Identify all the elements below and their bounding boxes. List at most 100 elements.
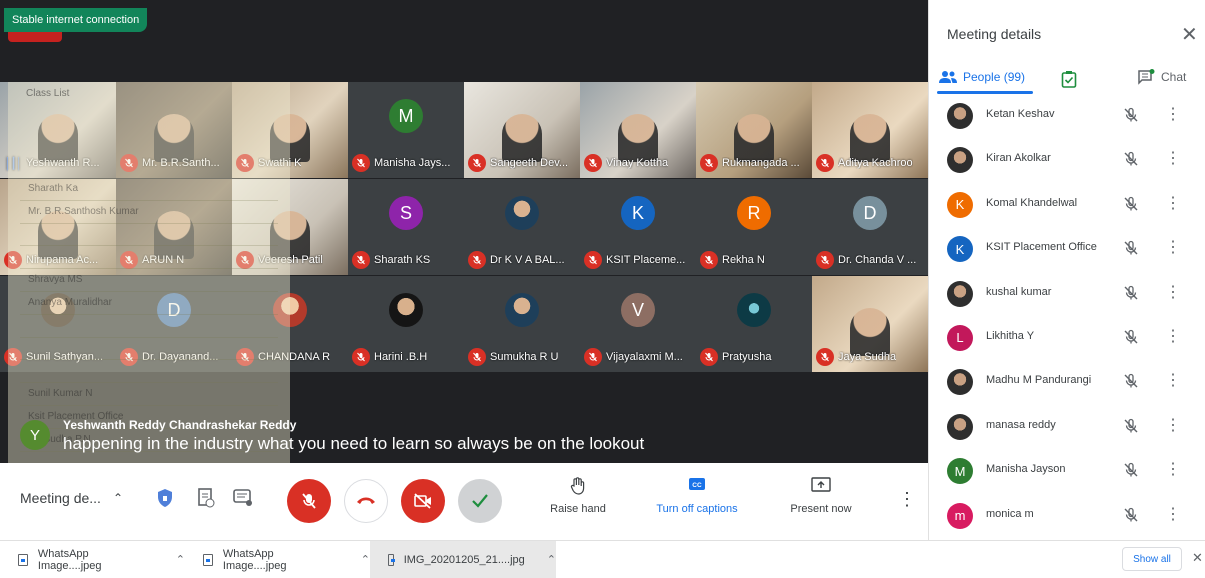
attendance-check-button[interactable]	[458, 479, 502, 523]
chat-tab-label: Chat	[1161, 70, 1187, 84]
participant-label: Rekha N	[700, 251, 810, 269]
more-options-icon[interactable]: ⋮	[1165, 237, 1181, 257]
tab-people[interactable]: People (99)	[939, 70, 1025, 84]
shield-icon[interactable]	[152, 485, 178, 511]
participant-tile[interactable]: Veeresh Patil	[232, 179, 348, 275]
participant-tile[interactable]: Pratyusha	[696, 276, 812, 372]
participant-tile[interactable]: ARUN N	[116, 179, 232, 275]
avatar: M	[947, 458, 973, 485]
download-item[interactable]: WhatsApp Image....jpeg ⌃	[185, 541, 370, 578]
participant-row[interactable]: L Likhitha Y ⋮	[929, 318, 1205, 362]
close-icon[interactable]: ✕	[1192, 550, 1203, 566]
participant-tile[interactable]: Sunil Sathyan...	[0, 276, 116, 372]
download-filename: IMG_20201205_21....jpg	[403, 553, 525, 566]
more-options-icon[interactable]: ⋮	[1165, 104, 1181, 124]
people-tab-label: People (99)	[963, 70, 1026, 84]
participant-label: Sangeeth Dev...	[468, 154, 578, 172]
participant-name: Vinay Kottha	[606, 157, 669, 169]
participant-tile[interactable]: M Manisha Jays...	[348, 82, 464, 178]
participant-tile[interactable]: CHANDANA R	[232, 276, 348, 372]
participant-tile[interactable]: D Dr. Dayanand...	[116, 276, 232, 372]
mic-off-icon	[584, 251, 602, 269]
chevron-up-icon[interactable]: ⌃	[361, 553, 370, 566]
participant-tile[interactable]: │┃│ Yeshwanth R...	[0, 82, 116, 178]
more-options-icon[interactable]: ⋮	[1165, 504, 1181, 524]
participant-row[interactable]: K KSIT Placement Office ⋮	[929, 229, 1205, 273]
participant-row[interactable]: K Komal Khandelwal ⋮	[929, 185, 1205, 229]
more-options-icon[interactable]: ⋮	[1165, 459, 1181, 479]
participant-label: Swathi K	[236, 154, 346, 172]
mic-off-icon[interactable]	[1123, 507, 1139, 528]
mic-off-icon	[120, 251, 138, 269]
participant-row[interactable]: manasa reddy ⋮	[929, 407, 1205, 451]
more-options-icon[interactable]: ⋮	[1165, 282, 1181, 302]
mic-off-icon[interactable]	[1123, 107, 1139, 128]
participant-tile[interactable]: Swathi K	[232, 82, 348, 178]
participant-row[interactable]: Ketan Keshav ⋮	[929, 96, 1205, 140]
participant-row[interactable]: Kiran Akolkar ⋮	[929, 140, 1205, 184]
leave-call-button[interactable]	[344, 479, 388, 523]
mic-off-icon[interactable]	[1123, 196, 1139, 217]
participant-name: Aditya Kachroo	[838, 157, 913, 169]
participant-tile[interactable]: Vinay Kottha	[580, 82, 696, 178]
participant-tile[interactable]: V Vijayalaxmi M...	[580, 276, 696, 372]
meeting-details-label: Meeting de...	[20, 490, 101, 506]
tab-chat[interactable]: Chat	[1137, 69, 1186, 85]
participant-row[interactable]: m monica m ⋮	[929, 496, 1205, 540]
hand-icon	[570, 477, 585, 495]
mic-off-icon[interactable]	[1123, 418, 1139, 439]
mic-off-icon[interactable]	[1123, 329, 1139, 350]
participant-tile[interactable]: Jaya Sudha	[812, 276, 928, 372]
participant-avatar	[505, 196, 539, 230]
participant-tile[interactable]: Mr. B.R.Santh...	[116, 82, 232, 178]
participant-tile[interactable]: Sangeeth Dev...	[464, 82, 580, 178]
chevron-up-icon[interactable]: ⌃	[176, 553, 185, 566]
more-options-icon[interactable]: ⋮	[1165, 326, 1181, 346]
mic-off-icon[interactable]	[1123, 151, 1139, 172]
participant-tile[interactable]: Dr K V A BAL...	[464, 179, 580, 275]
close-icon[interactable]: ✕	[1181, 22, 1198, 47]
tab-activities[interactable]	[1061, 70, 1077, 93]
avatar: K	[947, 236, 973, 263]
mic-off-icon	[4, 251, 22, 269]
participant-row[interactable]: Madhu M Pandurangi ⋮	[929, 362, 1205, 406]
mic-off-icon[interactable]	[1123, 373, 1139, 394]
participant-row[interactable]: M Manisha Jayson ⋮	[929, 451, 1205, 495]
feedback-icon[interactable]	[230, 485, 256, 511]
participant-avatar	[737, 293, 771, 327]
meeting-details-button[interactable]: Meeting de... ⌃	[20, 490, 123, 506]
more-options-icon[interactable]: ⋮	[898, 489, 916, 510]
more-options-icon[interactable]: ⋮	[1165, 370, 1181, 390]
chevron-up-icon[interactable]: ⌃	[547, 553, 556, 566]
mic-off-icon[interactable]	[1123, 285, 1139, 306]
participant-name: Rekha N	[722, 254, 765, 266]
participant-tile[interactable]: Nirupama Ac...	[0, 179, 116, 275]
people-icon	[939, 71, 957, 83]
participant-tile[interactable]: S Sharath KS	[348, 179, 464, 275]
participant-tile[interactable]: Rukmangada ...	[696, 82, 812, 178]
participant-tile[interactable]: K KSIT Placeme...	[580, 179, 696, 275]
participant-tile[interactable]: R Rekha N	[696, 179, 812, 275]
mic-off-icon[interactable]	[1123, 462, 1139, 483]
more-options-icon[interactable]: ⋮	[1165, 193, 1181, 213]
participant-tile[interactable]: Harini .B.H	[348, 276, 464, 372]
attendance-sheet-icon[interactable]	[193, 485, 219, 511]
show-all-button[interactable]: Show all	[1122, 547, 1182, 571]
participant-name: ARUN N	[142, 254, 185, 266]
download-item[interactable]: WhatsApp Image....jpeg ⌃	[0, 541, 185, 578]
more-options-icon[interactable]: ⋮	[1165, 415, 1181, 435]
participant-name: KSIT Placement Office	[986, 241, 1097, 254]
download-item[interactable]: IMG_20201205_21....jpg ⌃	[370, 541, 556, 578]
mic-toggle-button[interactable]	[287, 479, 331, 523]
more-options-icon[interactable]: ⋮	[1165, 148, 1181, 168]
mic-off-icon	[468, 154, 486, 172]
participant-tile[interactable]: Sumukha R U	[464, 276, 580, 372]
participant-name: manasa reddy	[986, 418, 1056, 431]
mic-off-icon	[468, 251, 486, 269]
participant-name: Rukmangada ...	[722, 157, 800, 169]
mic-off-icon[interactable]	[1123, 240, 1139, 261]
participant-tile[interactable]: Aditya Kachroo	[812, 82, 928, 178]
participant-row[interactable]: kushal kumar ⋮	[929, 274, 1205, 318]
participant-tile[interactable]: D Dr. Chanda V ...	[812, 179, 928, 275]
camera-toggle-button[interactable]	[401, 479, 445, 523]
